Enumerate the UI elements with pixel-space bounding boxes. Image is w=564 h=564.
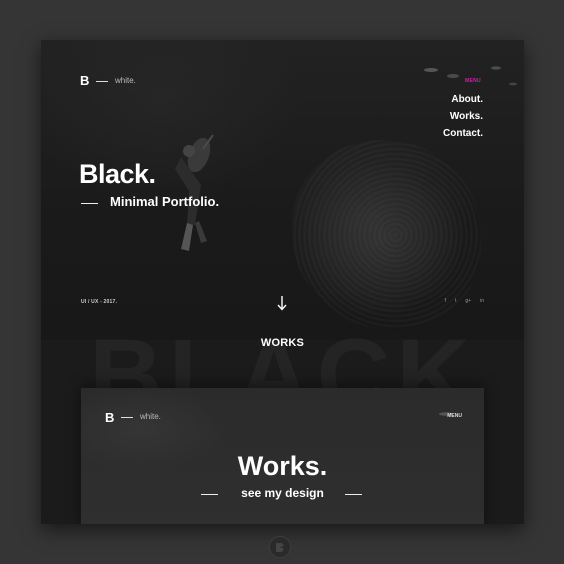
works-card: B white. MENU Works. see my design [81,388,484,524]
nav-item-about[interactable]: About. [443,91,483,108]
google-plus-icon[interactable]: g+ [465,298,471,304]
social-links: f t g+ in [445,298,484,304]
linkedin-icon[interactable]: in [480,298,484,304]
portfolio-board: B white. MENU About. Works. Contact. Bla… [41,40,524,524]
twitter-icon[interactable]: t [455,298,456,304]
card-logo-letter[interactable]: B [105,410,114,425]
card-logo-word: white. [140,412,161,421]
logo-divider [96,81,108,82]
down-arrow-icon[interactable] [276,295,288,311]
logo-letter[interactable]: B [80,73,89,88]
card-divider-right [345,494,362,495]
logo-word: white. [115,76,136,85]
card-title: Works. [237,451,328,481]
main-nav: About. Works. Contact. [443,91,483,142]
brand-mark-icon [269,536,291,558]
works-section-title: WORKS [260,337,305,349]
meta-text: UI / UX - 2017. [81,299,118,305]
menu-label[interactable]: MENU [465,78,481,84]
hero-section: B white. MENU About. Works. Contact. Bla… [41,40,524,340]
hero-headline: Black. [79,159,156,189]
facebook-icon[interactable]: f [445,298,446,304]
card-subtitle: see my design [241,486,324,500]
nav-item-contact[interactable]: Contact. [443,125,483,142]
nav-item-works[interactable]: Works. [443,108,483,125]
card-logo-divider [121,417,133,418]
subhead-divider [81,203,98,204]
diver-image [175,134,214,251]
card-menu-label[interactable]: MENU [447,413,462,419]
hero-subhead: Minimal Portfolio. [110,194,220,209]
